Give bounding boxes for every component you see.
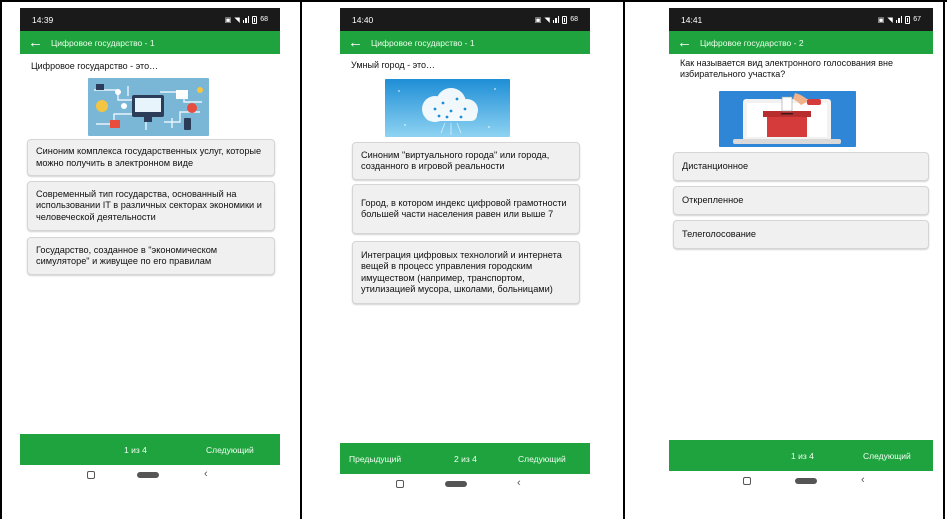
battery-level: 68 [260, 16, 268, 23]
battery-level: 68 [570, 16, 578, 23]
pill-icon[interactable] [137, 472, 159, 478]
answer-option-3[interactable]: Государство, созданное в "экономическом … [27, 237, 275, 275]
page-indicator: 1 из 4 [791, 450, 814, 461]
digital-state-illustration [88, 78, 209, 136]
wifi-icon: ◥ [234, 16, 240, 24]
arrow-left-icon[interactable]: ← [28, 35, 43, 50]
next-button[interactable]: Следующий [518, 454, 566, 464]
answer-option-2[interactable]: Современный тип государства, основанный … [27, 181, 275, 231]
pill-icon[interactable] [795, 478, 817, 484]
signal-icon [242, 16, 250, 23]
message-icon: ▣ [534, 16, 542, 24]
phone-screen-1: 14:39 ▣ ◥ 68 ← Цифровое государство - 1 … [20, 8, 280, 490]
chevron-left-icon[interactable]: ‹ [204, 469, 208, 480]
message-icon: ▣ [224, 16, 232, 24]
square-icon[interactable] [87, 471, 95, 479]
page-indicator: 2 из 4 [454, 453, 477, 464]
message-icon: ▣ [877, 16, 885, 24]
battery-level: 67 [913, 16, 921, 23]
next-button[interactable]: Следующий [863, 451, 911, 461]
app-bar: ← Цифровое государство - 1 [20, 31, 280, 54]
answer-option-1[interactable]: Дистанционное [673, 152, 929, 181]
arrow-left-icon[interactable]: ← [677, 35, 692, 50]
app-title: Цифровое государство - 1 [371, 37, 475, 48]
status-time: 14:40 [352, 14, 374, 25]
frame-left-border [0, 0, 2, 519]
frame-divider-2 [623, 0, 625, 519]
answer-option-2[interactable]: Открепленное [673, 186, 929, 215]
frame-right-border [943, 0, 945, 519]
status-time: 14:41 [681, 14, 703, 25]
question-text: Цифровое государство - это… [31, 61, 159, 71]
chevron-left-icon[interactable]: ‹ [517, 478, 521, 489]
signal-icon [552, 16, 560, 23]
phone-screen-2: 14:40 ▣ ◥ 68 ← Цифровое государство - 1 … [340, 8, 590, 497]
system-nav-bar: ‹ [20, 465, 280, 487]
signal-icon [895, 16, 903, 23]
battery-icon [562, 15, 568, 24]
next-button[interactable]: Следующий [206, 445, 254, 455]
status-bar: 14:39 ▣ ◥ 68 [20, 8, 280, 31]
status-icons: ▣ ◥ 68 [224, 15, 268, 24]
frame-top-border [0, 0, 947, 2]
app-title: Цифровое государство - 2 [700, 37, 804, 48]
answer-option-2[interactable]: Город, в котором индекс цифровой грамотн… [352, 184, 580, 234]
app-bar: ← Цифровое государство - 1 [340, 31, 590, 54]
wifi-icon: ◥ [887, 16, 893, 24]
answer-option-1[interactable]: Синоним "виртуального города" или города… [352, 142, 580, 180]
answer-option-1[interactable]: Синоним комплекса государственных услуг,… [27, 139, 275, 176]
phone-screen-3: 14:41 ▣ ◥ 67 ← Цифровое государство - 2 … [669, 8, 933, 490]
app-title: Цифровое государство - 1 [51, 37, 155, 48]
frame-divider-1 [300, 0, 302, 519]
cloud-illustration [385, 79, 510, 137]
arrow-left-icon[interactable]: ← [348, 35, 363, 50]
question-text: Умный город - это… [351, 60, 436, 70]
status-bar: 14:41 ▣ ◥ 67 [669, 8, 933, 31]
question-text: Как называется вид электронного голосова… [680, 58, 894, 80]
system-nav-bar: ‹ [669, 471, 933, 490]
status-bar: 14:40 ▣ ◥ 68 [340, 8, 590, 31]
pill-icon[interactable] [445, 481, 467, 487]
e-voting-illustration [719, 91, 856, 147]
page-indicator: 1 из 4 [124, 444, 147, 455]
status-icons: ▣ ◥ 67 [877, 15, 921, 24]
battery-icon [905, 15, 911, 24]
prev-button[interactable]: Предыдущий [349, 454, 401, 464]
chevron-left-icon[interactable]: ‹ [861, 475, 865, 486]
battery-icon [252, 15, 258, 24]
square-icon[interactable] [743, 477, 751, 485]
status-time: 14:39 [32, 14, 54, 25]
wifi-icon: ◥ [544, 16, 550, 24]
pager-bar: 1 из 4 Следующий [20, 434, 280, 465]
answer-option-3[interactable]: Телеголосование [673, 220, 929, 249]
system-nav-bar: ‹ [340, 474, 590, 496]
app-bar: ← Цифровое государство - 2 [669, 31, 933, 54]
answer-option-3[interactable]: Интеграция цифровых технологий и интерне… [352, 241, 580, 304]
pager-bar: Предыдущий 2 из 4 Следующий [340, 443, 590, 474]
pager-bar: 1 из 4 Следующий [669, 440, 933, 471]
square-icon[interactable] [396, 480, 404, 488]
status-icons: ▣ ◥ 68 [534, 15, 578, 24]
